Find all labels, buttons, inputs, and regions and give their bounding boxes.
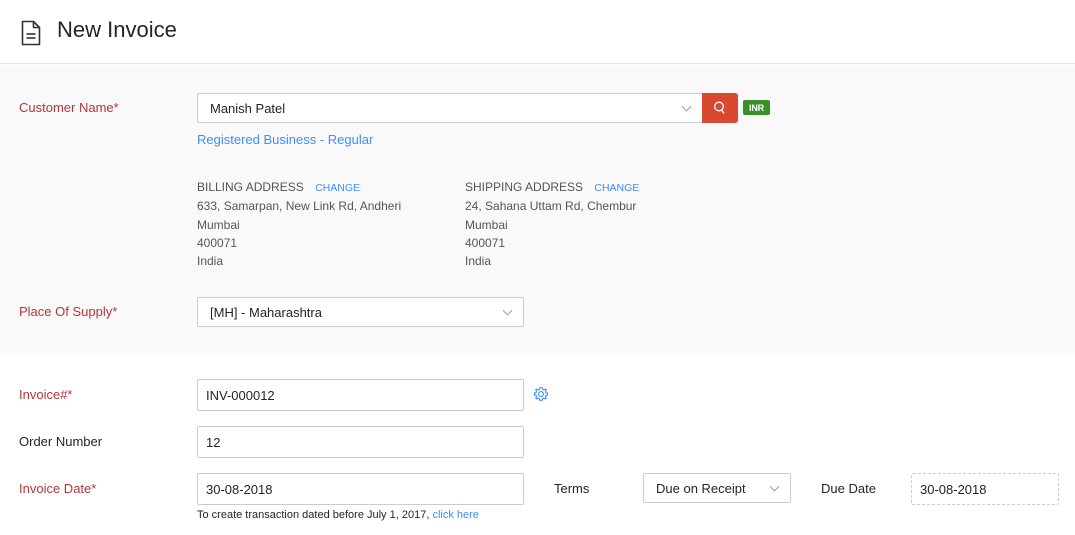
invoice-date-hint: To create transaction dated before July … [197, 509, 479, 521]
chevron-down-icon [502, 305, 513, 316]
order-number-label: Order Number [19, 434, 103, 449]
search-icon [714, 101, 725, 114]
tax-treatment-link[interactable]: Registered Business - Regular [197, 132, 373, 147]
currency-badge: INR [743, 100, 770, 115]
billing-address: BILLING ADDRESS CHANGE 633, Samarpan, Ne… [197, 178, 401, 270]
order-number-input[interactable]: 12 [197, 426, 524, 458]
billing-address-heading: BILLING ADDRESS [197, 180, 304, 194]
terms-label: Terms [554, 481, 590, 496]
due-date-input[interactable]: 30-08-2018 [911, 473, 1059, 505]
page-title: New Invoice [57, 17, 177, 42]
shipping-address-line: 24, Sahana Uttam Rd, Chembur [465, 199, 637, 214]
due-date-value: 30-08-2018 [920, 481, 987, 497]
order-number-value: 12 [206, 434, 221, 450]
invoice-date-label: Invoice Date* [19, 481, 97, 496]
page-header: New Invoice [0, 0, 1075, 64]
customer-name-select[interactable]: Manish Patel [197, 93, 703, 123]
shipping-address-line: India [465, 254, 492, 269]
terms-value: Due on Receipt [656, 480, 746, 496]
billing-address-line: India [197, 254, 224, 269]
place-of-supply-label: Place Of Supply* [19, 304, 118, 319]
invoice-number-value: INV-000012 [206, 387, 275, 403]
shipping-address-line: 400071 [465, 235, 506, 250]
billing-address-line: Mumbai [197, 217, 240, 232]
invoice-number-label: Invoice#* [19, 387, 73, 402]
due-date-label: Due Date [821, 481, 876, 496]
terms-select[interactable]: Due on Receipt [643, 473, 791, 503]
shipping-address-change-link[interactable]: CHANGE [594, 182, 639, 194]
place-of-supply-value: [MH] - Maharashtra [210, 304, 322, 320]
customer-name-value: Manish Patel [210, 100, 286, 116]
shipping-address-line: Mumbai [465, 217, 508, 232]
customer-search-button[interactable] [702, 93, 738, 123]
customer-name-label: Customer Name* [19, 100, 119, 115]
document-icon [21, 20, 41, 46]
click-here-link[interactable]: click here [432, 509, 478, 521]
billing-address-line: 400071 [197, 235, 238, 250]
chevron-down-icon [681, 101, 692, 112]
invoice-date-input[interactable]: 30-08-2018 [197, 473, 524, 505]
shipping-address-heading: SHIPPING ADDRESS [465, 180, 584, 194]
invoice-number-input[interactable]: INV-000012 [197, 379, 524, 411]
billing-address-change-link[interactable]: CHANGE [315, 182, 360, 194]
place-of-supply-select[interactable]: [MH] - Maharashtra [197, 297, 524, 327]
billing-address-line: 633, Samarpan, New Link Rd, Andheri [197, 199, 402, 214]
chevron-down-icon [769, 481, 780, 492]
gear-icon[interactable] [533, 386, 549, 402]
invoice-date-hint-text: To create transaction dated before July … [197, 509, 433, 521]
shipping-address: SHIPPING ADDRESS CHANGE 24, Sahana Uttam… [465, 178, 639, 270]
invoice-date-value: 30-08-2018 [206, 481, 273, 497]
